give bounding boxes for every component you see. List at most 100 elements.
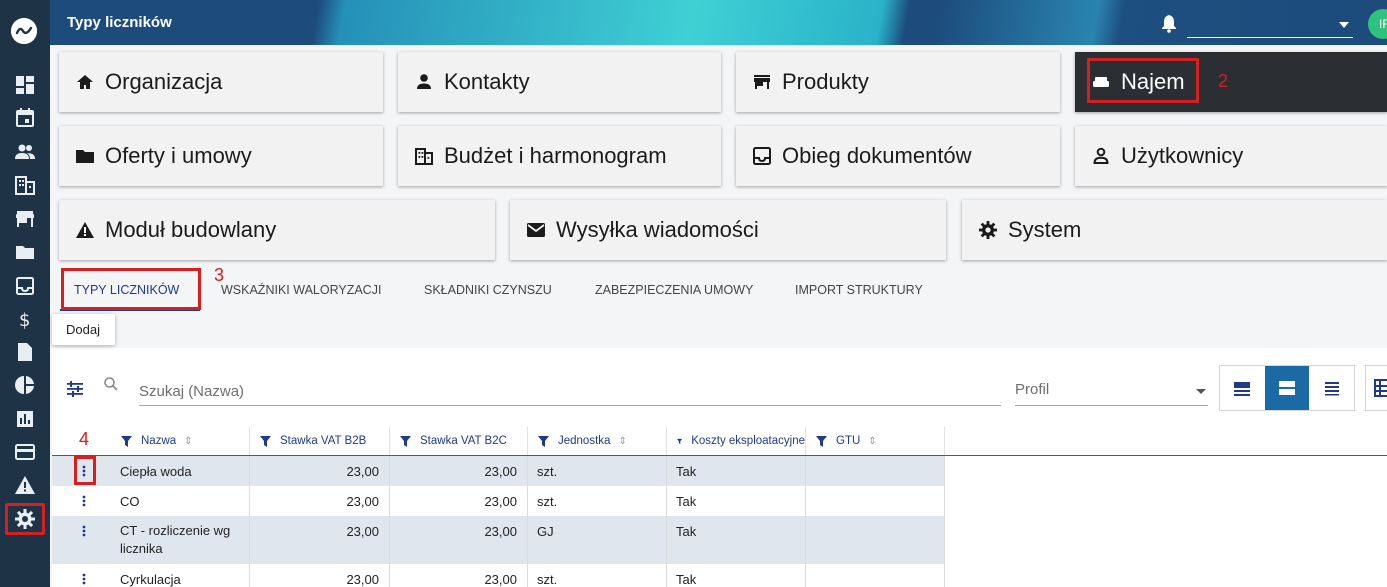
pie-chart-icon[interactable] bbox=[14, 374, 36, 396]
dollar-icon[interactable]: $ bbox=[14, 308, 36, 330]
cell-jednostka: szt. bbox=[528, 486, 667, 516]
module-organizacja[interactable]: Organizacja bbox=[59, 52, 383, 112]
dashboard-icon[interactable] bbox=[14, 74, 36, 96]
column-header-vat-b2b[interactable]: Stawka VAT B2B bbox=[250, 427, 390, 455]
annotation-box-tab bbox=[61, 268, 201, 310]
table-row[interactable]: Cyrkulacja 23,00 23,00 szt. Tak bbox=[52, 564, 945, 587]
filter-icon[interactable] bbox=[816, 435, 827, 447]
module-budzet[interactable]: Budżet i harmonogram bbox=[398, 126, 721, 186]
column-header-jednostka[interactable]: Jednostka ⇕ bbox=[528, 427, 667, 455]
cell-vat-b2b: 23,00 bbox=[250, 564, 390, 587]
module-label: Oferty i umowy bbox=[105, 143, 252, 168]
building-icon[interactable] bbox=[14, 174, 36, 196]
column-header-koszty[interactable]: Koszty eksploatacyjne bbox=[667, 427, 806, 455]
filter-settings-icon[interactable] bbox=[65, 379, 85, 399]
module-kontakty[interactable]: Kontakty bbox=[398, 52, 721, 112]
bell-icon[interactable] bbox=[1159, 13, 1179, 33]
column-header-gtu[interactable]: GTU ⇕ bbox=[806, 427, 945, 455]
module-obieg-dokumentow[interactable]: Obieg dokumentów bbox=[736, 126, 1060, 186]
profile-select[interactable]: Profil bbox=[1015, 372, 1208, 406]
page-title: Typy liczników bbox=[67, 14, 172, 31]
folder-icon[interactable] bbox=[14, 241, 36, 263]
tab-import-struktury[interactable]: IMPORT STRUKTURY bbox=[795, 283, 923, 297]
filter-icon[interactable] bbox=[121, 435, 132, 447]
module-oferty-i-umowy[interactable]: Oferty i umowy bbox=[59, 126, 383, 186]
annotation-box-menu bbox=[74, 456, 96, 485]
cell-vat-b2b: 23,00 bbox=[250, 456, 390, 486]
inbox-icon bbox=[753, 147, 771, 165]
module-label: Wysyłka wiadomości bbox=[556, 217, 759, 242]
view-medium-icon bbox=[1279, 381, 1295, 395]
tooltip-dodaj: Dodaj bbox=[52, 314, 115, 345]
more-vert-icon[interactable] bbox=[82, 495, 86, 507]
sort-icon[interactable]: ⇕ bbox=[868, 436, 876, 447]
more-vert-icon[interactable] bbox=[82, 525, 86, 537]
chevron-down-icon bbox=[1196, 389, 1206, 394]
cell-nazwa: CO bbox=[111, 486, 250, 516]
warning-icon[interactable] bbox=[14, 474, 36, 496]
module-system[interactable]: System bbox=[962, 200, 1387, 260]
more-vert-icon[interactable] bbox=[82, 573, 86, 585]
grid-view-button[interactable] bbox=[1365, 365, 1387, 411]
cell-koszty: Tak bbox=[667, 564, 806, 587]
user-select[interactable] bbox=[1187, 16, 1353, 38]
folder-icon bbox=[76, 150, 94, 163]
column-header-nazwa[interactable]: Nazwa ⇕ bbox=[111, 427, 250, 455]
filter-icon[interactable] bbox=[538, 435, 549, 447]
cell-gtu bbox=[806, 516, 945, 564]
cell-nazwa: CT - rozliczenie wg licznika bbox=[111, 516, 250, 564]
filter-icon[interactable] bbox=[400, 435, 411, 447]
cell-vat-b2b: 23,00 bbox=[250, 516, 390, 564]
sidebar: $ bbox=[0, 0, 50, 587]
cell-vat-b2c: 23,00 bbox=[390, 516, 528, 564]
sort-icon[interactable]: ⇕ bbox=[618, 436, 626, 447]
annotation-number-2: 2 bbox=[1218, 71, 1229, 91]
cell-koszty: Tak bbox=[667, 486, 806, 516]
people-icon[interactable] bbox=[14, 141, 36, 163]
filter-icon[interactable] bbox=[260, 435, 271, 447]
svg-text:$: $ bbox=[19, 310, 30, 330]
credit-card-icon[interactable] bbox=[14, 441, 36, 463]
sort-icon[interactable]: ⇕ bbox=[184, 436, 192, 447]
store-icon[interactable] bbox=[14, 208, 36, 230]
table-row[interactable]: CT - rozliczenie wg licznika 23,00 23,00… bbox=[52, 516, 945, 564]
search-input[interactable] bbox=[139, 372, 1001, 406]
cell-nazwa: Ciepła woda bbox=[111, 456, 250, 486]
table-row[interactable]: Ciepła woda 23,00 23,00 szt. Tak bbox=[52, 456, 945, 486]
cell-vat-b2c: 23,00 bbox=[390, 486, 528, 516]
document-icon[interactable] bbox=[14, 341, 36, 363]
tab-skladniki-czynszu[interactable]: SKŁADNIKI CZYNSZU bbox=[424, 283, 552, 297]
module-budowlany[interactable]: Moduł budowlany bbox=[59, 200, 495, 260]
calendar-icon[interactable] bbox=[14, 107, 36, 129]
table-row[interactable]: CO 23,00 23,00 szt. Tak bbox=[52, 486, 945, 516]
column-header-vat-b2c[interactable]: Stawka VAT B2C bbox=[390, 427, 528, 455]
view-compact-icon bbox=[1324, 382, 1339, 396]
gear-icon bbox=[979, 221, 997, 239]
cell-jednostka: GJ bbox=[528, 516, 667, 564]
module-uzytkownicy[interactable]: Użytkownicy bbox=[1075, 126, 1387, 186]
module-label: Moduł budowlany bbox=[105, 217, 277, 242]
person-icon bbox=[417, 74, 431, 89]
filter-icon[interactable] bbox=[677, 436, 683, 447]
app-logo[interactable] bbox=[11, 18, 37, 44]
view-compact-button[interactable] bbox=[1309, 366, 1354, 410]
cell-jednostka: szt. bbox=[528, 564, 667, 587]
view-large-button[interactable] bbox=[1220, 366, 1265, 410]
inbox-icon[interactable] bbox=[14, 275, 36, 297]
avatar[interactable]: IF bbox=[1368, 9, 1387, 39]
cell-gtu bbox=[806, 564, 945, 587]
bar-chart-icon[interactable] bbox=[14, 408, 36, 430]
annotation-box-settings bbox=[5, 503, 45, 535]
building-icon bbox=[415, 148, 433, 165]
cell-nazwa: Cyrkulacja bbox=[111, 564, 250, 587]
mail-icon bbox=[527, 223, 545, 237]
module-wysylka-wiadomosci[interactable]: Wysyłka wiadomości bbox=[510, 200, 946, 260]
annotation-box-najem bbox=[1087, 58, 1199, 103]
tab-zabezpieczenia-umowy[interactable]: ZABEZPIECZENIA UMOWY bbox=[595, 283, 753, 297]
tab-wskazniki-waloryzacji[interactable]: WSKAŹNIKI WALORYZACJI bbox=[221, 283, 381, 297]
grid-icon bbox=[1374, 379, 1387, 397]
view-medium-button[interactable] bbox=[1264, 366, 1310, 410]
cell-koszty: Tak bbox=[667, 516, 806, 564]
annotation-number-4: 4 bbox=[79, 429, 90, 449]
module-produkty[interactable]: Produkty bbox=[736, 52, 1060, 112]
